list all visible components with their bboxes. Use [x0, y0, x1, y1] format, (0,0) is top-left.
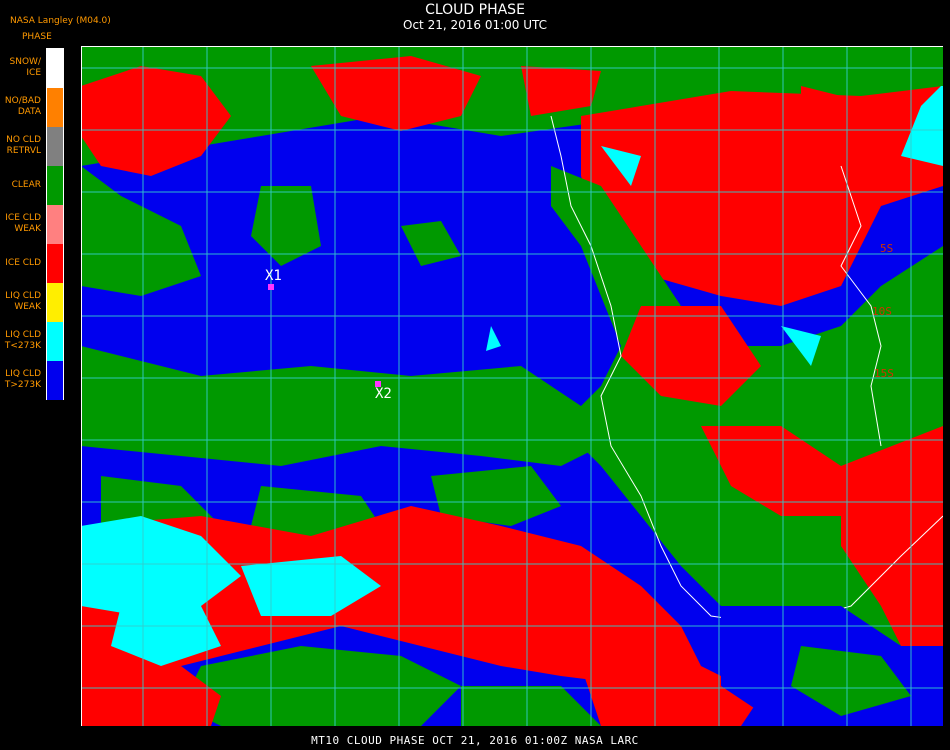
legend-label-0: SNOW/ ICE	[9, 57, 41, 78]
legend-swatch-4	[47, 205, 63, 244]
legend-swatch-2	[47, 127, 63, 166]
legend-label-1: NO/BAD DATA	[4, 96, 41, 117]
legend-swatch-6	[47, 283, 63, 322]
marker-x1-label: X1	[265, 268, 282, 284]
legend-swatch-8	[47, 361, 63, 400]
legend-label-4: ICE CLD WEAK	[5, 213, 41, 234]
legend-label-8: LIQ CLD T>273K	[4, 369, 41, 390]
legend-label-7: LIQ CLD T<273K	[4, 330, 41, 351]
legend-swatch-3	[47, 166, 63, 205]
map-title: CLOUD PHASE	[425, 2, 525, 18]
cloud-phase-map	[81, 46, 943, 726]
legend-label-2: NO CLD RETRVL	[6, 135, 41, 156]
legend-swatch-5	[47, 244, 63, 283]
legend-label-3: CLEAR	[11, 179, 41, 190]
legend-swatch-7	[47, 322, 63, 361]
map-timestamp: Oct 21, 2016 01:00 UTC	[403, 18, 547, 32]
legend-swatch-0	[47, 49, 63, 88]
legend-swatch-1	[47, 88, 63, 127]
legend-label-6: LIQ CLD WEAK	[5, 291, 41, 312]
footer-caption: MT10 CLOUD PHASE OCT 21, 2016 01:00Z NAS…	[311, 734, 639, 747]
marker-x1	[268, 284, 274, 290]
source-label: NASA Langley (M04.0)	[10, 16, 111, 26]
marker-x2-label: X2	[375, 386, 392, 402]
legend-caption: PHASE	[22, 32, 52, 42]
lat-label-10s: 10S	[872, 305, 892, 318]
lat-label-15s: 15S	[874, 367, 894, 380]
lat-label-5s: 5S	[880, 242, 894, 255]
legend-colorbar	[46, 48, 64, 400]
legend-label-5: ICE CLD	[5, 257, 41, 268]
